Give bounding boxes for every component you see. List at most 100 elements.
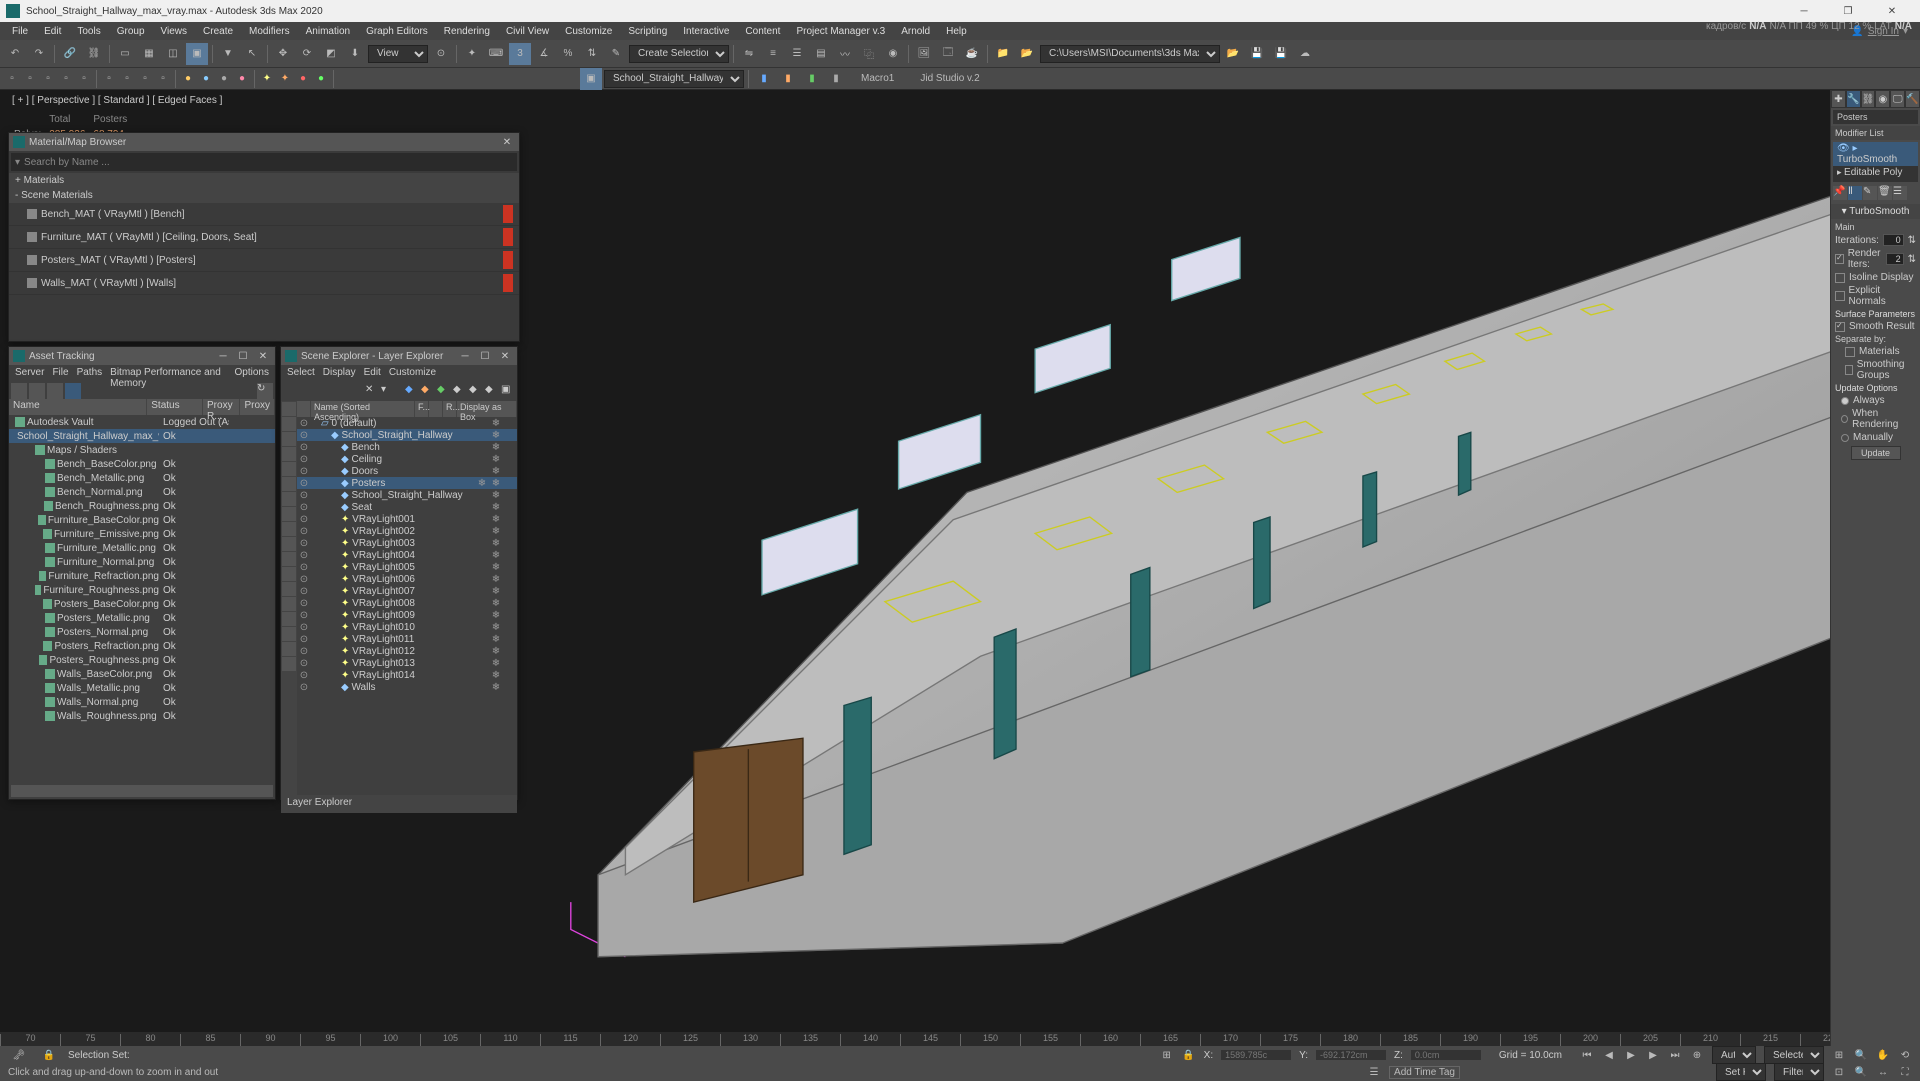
menu-interactive[interactable]: Interactive	[675, 24, 737, 39]
modifier-stack[interactable]: 👁 ▸ TurboSmooth ▸ Editable Poly	[1833, 142, 1918, 182]
se-menu-item[interactable]: Select	[287, 367, 315, 379]
x-coord[interactable]: 1589.785c	[1221, 1050, 1291, 1060]
scene-materials-header[interactable]: - Scene Materials	[9, 188, 519, 203]
pm-icon1[interactable]: 📁	[992, 43, 1014, 65]
sel-lock-icon[interactable]: 🔒	[38, 1044, 60, 1066]
se-filter-icon[interactable]	[282, 477, 296, 491]
material-editor-icon[interactable]: ◉	[882, 43, 904, 65]
cloud-icon[interactable]: ☁	[1294, 43, 1316, 65]
col-render[interactable]: R...	[443, 401, 457, 417]
asset-row[interactable]: Posters_Roughness.pngOk	[9, 653, 275, 667]
material-row[interactable]: Posters_MAT ( VRayMtl ) [Posters]	[9, 249, 519, 272]
col-name[interactable]: Name (Sorted Ascending)	[311, 401, 415, 417]
key-filters-button[interactable]: Filters...	[1774, 1063, 1824, 1081]
sphere-icon[interactable]: ●	[234, 71, 250, 87]
create-tab-icon[interactable]: ✚	[1831, 90, 1846, 108]
select-object-icon[interactable]: ↖	[241, 43, 263, 65]
panel-min-icon[interactable]: ─	[457, 351, 473, 362]
se-close-icon[interactable]: ✕	[365, 384, 379, 398]
vp-nav-icon[interactable]: 🔍	[1854, 1065, 1868, 1079]
asset-row[interactable]: Walls_Normal.pngOk	[9, 695, 275, 709]
se-filter-icon[interactable]	[282, 612, 296, 626]
scene-row[interactable]: ⊙✦ VRayLight011❄	[297, 633, 517, 645]
redo-icon[interactable]: ↷	[28, 43, 50, 65]
light-icon[interactable]: ✦	[277, 71, 293, 87]
se-filter-icon[interactable]	[282, 417, 296, 431]
material-row[interactable]: Bench_MAT ( VRayMtl ) [Bench]	[9, 203, 519, 226]
col-proxy[interactable]: Proxy	[240, 399, 275, 415]
scene-row[interactable]: ⊙▱ 0 (default)❄	[297, 417, 517, 429]
iso-sel-icon[interactable]: ▣	[580, 68, 602, 90]
render-frame-icon[interactable]: 🗔	[937, 43, 959, 65]
col-name[interactable]: Name	[9, 399, 147, 415]
col-box[interactable]: Display as Box	[457, 401, 517, 417]
select-manip-icon[interactable]: ✦	[461, 43, 483, 65]
se-filter-icon[interactable]	[282, 537, 296, 551]
show-end-icon[interactable]: Ⅱ	[1848, 186, 1862, 200]
save-icon[interactable]: 💾	[1246, 43, 1268, 65]
menu-graph-editors[interactable]: Graph Editors	[358, 24, 436, 39]
sphere-icon[interactable]: ●	[198, 71, 214, 87]
stack-icon[interactable]: ▮	[777, 68, 799, 90]
scene-row[interactable]: ⊙✦ VRayLight006❄	[297, 573, 517, 585]
asset-row[interactable]: Posters_BaseColor.pngOk	[9, 597, 275, 611]
mirror-icon[interactable]: ⇋	[738, 43, 760, 65]
script-icon[interactable]: ☰	[1367, 1065, 1381, 1079]
stack-icon[interactable]: ▮	[801, 68, 823, 90]
scene-row[interactable]: ⊙✦ VRayLight005❄	[297, 561, 517, 573]
at-menu-item[interactable]: Paths	[77, 367, 103, 379]
restore-button[interactable]: ❐	[1826, 0, 1870, 22]
sphere-icon[interactable]: ●	[180, 71, 196, 87]
sub-icon[interactable]: ▫	[155, 71, 171, 87]
sub-icon[interactable]: ▫	[76, 71, 92, 87]
scene-row[interactable]: ⊙✦ VRayLight001❄	[297, 513, 517, 525]
rotate-icon[interactable]: ⟳	[296, 43, 318, 65]
display-tab-icon[interactable]: 🖵	[1890, 90, 1905, 108]
scene-row[interactable]: ⊙✦ VRayLight014❄	[297, 669, 517, 681]
add-time-tag[interactable]: Add Time Tag	[1389, 1066, 1460, 1079]
time-prev-icon[interactable]: ◀	[1602, 1048, 1616, 1062]
se-filter-icon[interactable]	[282, 657, 296, 671]
vp-nav-icon[interactable]: ✋	[1876, 1048, 1890, 1062]
at-menu-item[interactable]: Options	[235, 367, 269, 379]
at-refresh-icon[interactable]: ↻	[257, 383, 273, 399]
scale-icon[interactable]: ◩	[320, 43, 342, 65]
asset-row[interactable]: Furniture_Normal.pngOk	[9, 555, 275, 569]
unlink-icon[interactable]: ⛓	[83, 43, 105, 65]
scene-row[interactable]: ⊙◆ Seat❄	[297, 501, 517, 513]
align-icon[interactable]: ≡	[762, 43, 784, 65]
motion-tab-icon[interactable]: ◉	[1875, 90, 1890, 108]
scene-row[interactable]: ⊙✦ VRayLight002❄	[297, 525, 517, 537]
menu-civil-view[interactable]: Civil View	[498, 24, 557, 39]
auto-key-button[interactable]: Auto	[1712, 1046, 1756, 1064]
render-iters-check[interactable]	[1835, 254, 1844, 264]
col-proxyr[interactable]: Proxy R...	[203, 399, 240, 415]
vp-max-icon[interactable]: ⛶	[1898, 1065, 1912, 1079]
configure-icon[interactable]: ☰	[1893, 186, 1907, 200]
menu-arnold[interactable]: Arnold	[893, 24, 938, 39]
menu-rendering[interactable]: Rendering	[436, 24, 498, 39]
se-menu-item[interactable]: Customize	[389, 367, 436, 379]
asset-row[interactable]: Furniture_Roughness.pngOk	[9, 583, 275, 597]
sub-icon[interactable]: ▫	[119, 71, 135, 87]
sphere-icon[interactable]: ●	[216, 71, 232, 87]
save-plus-icon[interactable]: 💾	[1270, 43, 1292, 65]
named-selset-combo[interactable]: Create Selection Set	[629, 45, 729, 63]
time-next-icon[interactable]: ▶	[1646, 1048, 1660, 1062]
scene-row[interactable]: ⊙◆ Walls❄	[297, 681, 517, 693]
schematic-icon[interactable]: ⿻	[858, 43, 880, 65]
se-btn[interactable]: ◆	[469, 384, 483, 398]
open-folder-icon[interactable]: 📂	[1222, 43, 1244, 65]
scene-row[interactable]: ⊙✦ VRayLight004❄	[297, 549, 517, 561]
scene-row[interactable]: ⊙◆ Ceiling❄	[297, 453, 517, 465]
modify-tab-icon[interactable]: 🔧	[1846, 90, 1861, 108]
menu-help[interactable]: Help	[938, 24, 975, 39]
keyboard-icon[interactable]: ⌨	[485, 43, 507, 65]
hierarchy-tab-icon[interactable]: ⛓	[1861, 90, 1876, 108]
z-coord[interactable]: 0.0cm	[1411, 1050, 1481, 1060]
light-icon[interactable]: ●	[295, 71, 311, 87]
se-filter-icon[interactable]	[282, 462, 296, 476]
stack-icon[interactable]: ▮	[825, 68, 847, 90]
asset-row[interactable]: Furniture_BaseColor.pngOk	[9, 513, 275, 527]
menu-views[interactable]: Views	[153, 24, 196, 39]
